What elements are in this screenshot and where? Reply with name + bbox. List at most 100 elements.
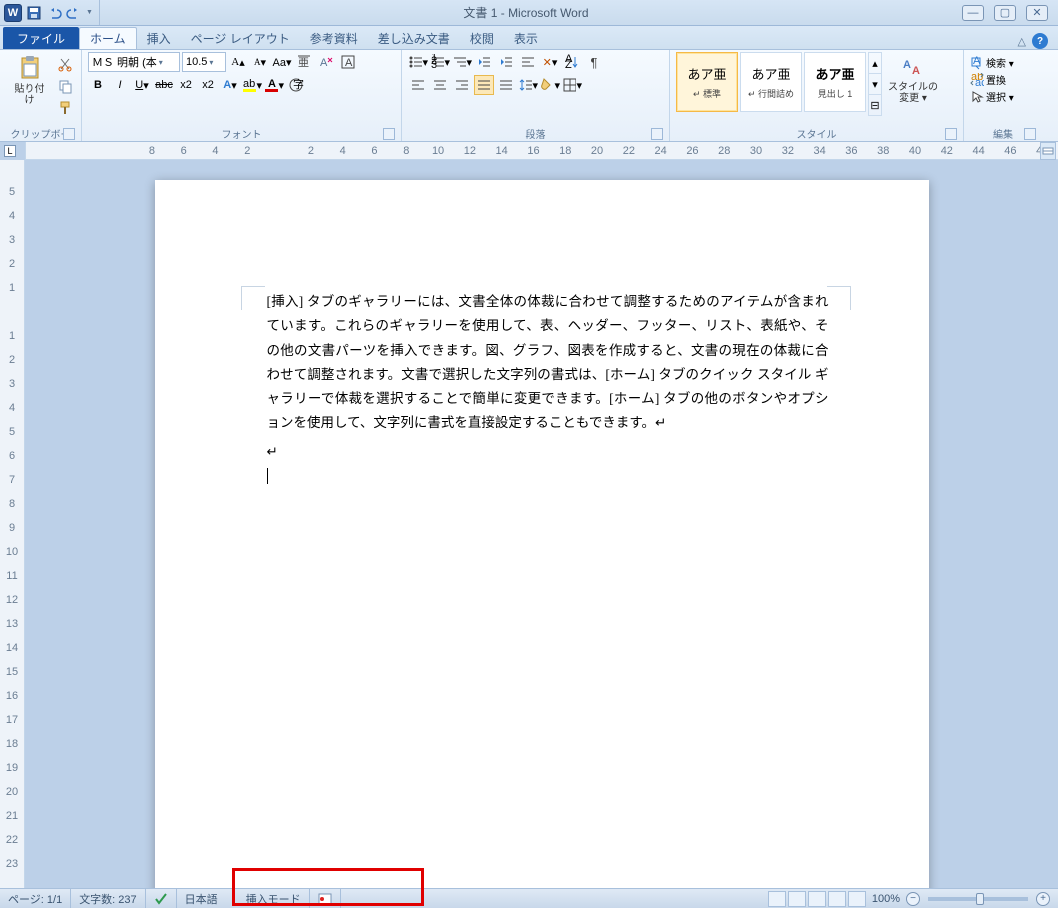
zoom-slider[interactable] xyxy=(928,897,1028,901)
align-right-icon[interactable] xyxy=(452,75,472,95)
clear-formatting-icon[interactable]: A xyxy=(316,52,336,72)
close-button[interactable]: ✕ xyxy=(1026,5,1048,21)
minimize-ribbon-icon[interactable]: △ xyxy=(1018,35,1026,48)
zoom-thumb[interactable] xyxy=(976,893,984,905)
word-app-icon[interactable]: W xyxy=(4,4,22,22)
macro-recording-icon[interactable] xyxy=(310,889,341,908)
svg-text:A: A xyxy=(268,78,276,90)
qat-customize-icon[interactable]: ▼ xyxy=(86,9,93,16)
undo-icon[interactable] xyxy=(46,5,62,21)
bold-button[interactable]: B xyxy=(88,75,108,95)
enclose-characters-icon[interactable]: 字 xyxy=(286,75,306,95)
change-case-icon[interactable]: Aa▾ xyxy=(272,52,292,72)
horizontal-ruler[interactable]: 8642246810121416182022242628303234363840… xyxy=(25,142,1058,160)
character-border-icon[interactable]: A xyxy=(338,52,358,72)
help-icon[interactable]: ? xyxy=(1032,33,1048,49)
document-scroll[interactable]: [挿入] タブのギャラリーには、文書全体の体裁に合わせて調整するためのアイテムが… xyxy=(25,160,1058,888)
replace-button[interactable]: abac置換 xyxy=(970,72,1006,87)
group-clipboard: 貼り付け クリップボード xyxy=(0,50,82,141)
asian-layout-icon[interactable]: ✕▾ xyxy=(540,52,560,72)
align-left-icon[interactable] xyxy=(408,75,428,95)
bullets-icon[interactable]: ▾ xyxy=(408,52,428,72)
grow-font-icon[interactable]: A▴ xyxy=(228,52,248,72)
ruler-toggle-icon[interactable] xyxy=(1040,142,1056,160)
find-button[interactable]: A検索 ▾ xyxy=(970,55,1014,70)
style-heading1[interactable]: あア亜 見出し 1 xyxy=(804,52,866,112)
ltr-direction-icon[interactable] xyxy=(518,52,538,72)
draft-view-icon[interactable] xyxy=(848,891,866,907)
paste-button[interactable]: 貼り付け xyxy=(6,52,53,122)
word-count[interactable]: 文字数: 237 xyxy=(71,889,145,908)
font-name-combo[interactable]: ＭＳ 明朝 (本▾ xyxy=(88,52,180,72)
style-no-spacing[interactable]: あア亜 ↵ 行間詰め xyxy=(740,52,802,112)
text-effects-icon[interactable]: A▾ xyxy=(220,75,240,95)
tab-review[interactable]: 校閲 xyxy=(460,27,504,49)
vertical-ruler[interactable]: 5432112345678910111213141516171819202122… xyxy=(0,160,25,888)
sort-icon[interactable]: AZ xyxy=(562,52,582,72)
save-icon[interactable] xyxy=(26,5,42,21)
maximize-button[interactable]: ▢ xyxy=(994,5,1016,21)
group-font: ＭＳ 明朝 (本▾ 10.5▾ A▴ A▾ Aa▾ 亜 A A B I U▾ a… xyxy=(82,50,402,141)
fullscreen-reading-view-icon[interactable] xyxy=(788,891,806,907)
proofing-icon[interactable] xyxy=(146,889,177,908)
format-painter-icon[interactable] xyxy=(55,98,75,118)
print-layout-view-icon[interactable] xyxy=(768,891,786,907)
tab-selector[interactable]: L xyxy=(4,145,16,157)
outline-view-icon[interactable] xyxy=(828,891,846,907)
document-body-text[interactable]: [挿入] タブのギャラリーには、文書全体の体裁に合わせて調整するためのアイテムが… xyxy=(267,290,829,436)
gallery-up-icon[interactable]: ▴ xyxy=(869,53,881,74)
zoom-level[interactable]: 100% xyxy=(872,893,900,905)
redo-icon[interactable] xyxy=(66,5,82,21)
font-color-icon[interactable]: A▾ xyxy=(264,75,284,95)
svg-text:ac: ac xyxy=(975,77,984,87)
shrink-font-icon[interactable]: A▾ xyxy=(250,52,270,72)
line-spacing-icon[interactable]: ▾ xyxy=(518,75,538,95)
increase-indent-icon[interactable] xyxy=(496,52,516,72)
italic-button[interactable]: I xyxy=(110,75,130,95)
shading-icon[interactable]: ▾ xyxy=(540,75,560,95)
cut-icon[interactable] xyxy=(55,54,75,74)
tab-mailings[interactable]: 差し込み文書 xyxy=(368,27,460,49)
underline-button[interactable]: U▾ xyxy=(132,75,152,95)
group-label-clipboard: クリップボード xyxy=(6,126,75,141)
language[interactable]: 日本語 xyxy=(177,889,238,908)
tab-page-layout[interactable]: ページ レイアウト xyxy=(181,27,300,49)
style-gallery[interactable]: あア亜 ↵ 標準 あア亜 ↵ 行間詰め あア亜 見出し 1 ▴ ▾ ⊟ xyxy=(676,52,882,116)
superscript-button[interactable]: x2 xyxy=(198,75,218,95)
subscript-button[interactable]: x2 xyxy=(176,75,196,95)
web-layout-view-icon[interactable] xyxy=(808,891,826,907)
strikethrough-button[interactable]: abc xyxy=(154,75,174,95)
title-bar: W ▼ 文書 1 - Microsoft Word — ▢ ✕ xyxy=(0,0,1058,26)
multilevel-list-icon[interactable]: ▾ xyxy=(452,52,472,72)
numbering-icon[interactable]: 123▾ xyxy=(430,52,450,72)
minimize-button[interactable]: — xyxy=(962,5,984,21)
cursor xyxy=(267,468,268,484)
phonetic-guide-icon[interactable]: 亜 xyxy=(294,52,314,72)
font-size-combo[interactable]: 10.5▾ xyxy=(182,52,226,72)
page-number[interactable]: ページ: 1/1 xyxy=(0,889,71,908)
window-controls: — ▢ ✕ xyxy=(952,5,1058,21)
gallery-more-icon[interactable]: ⊟ xyxy=(869,95,881,115)
distribute-icon[interactable] xyxy=(496,75,516,95)
highlight-color-icon[interactable]: ab▾ xyxy=(242,75,262,95)
borders-icon[interactable]: ▾ xyxy=(562,75,582,95)
tab-insert[interactable]: 挿入 xyxy=(137,27,181,49)
change-styles-button[interactable]: AA スタイルの 変更 ▾ xyxy=(884,52,942,122)
gallery-down-icon[interactable]: ▾ xyxy=(869,74,881,95)
tab-view[interactable]: 表示 xyxy=(504,27,548,49)
style-normal[interactable]: あア亜 ↵ 標準 xyxy=(676,52,738,112)
decrease-indent-icon[interactable] xyxy=(474,52,494,72)
align-center-icon[interactable] xyxy=(430,75,450,95)
tab-references[interactable]: 参考資料 xyxy=(300,27,368,49)
select-button[interactable]: 選択 ▾ xyxy=(970,89,1014,104)
insert-mode[interactable]: 挿入モード xyxy=(238,889,310,908)
svg-text:A: A xyxy=(345,57,353,69)
copy-icon[interactable] xyxy=(55,76,75,96)
align-justify-icon[interactable] xyxy=(474,75,494,95)
group-label-editing: 編集 xyxy=(970,126,1036,141)
zoom-out-button[interactable]: − xyxy=(906,892,920,906)
tab-home[interactable]: ホーム xyxy=(79,27,137,49)
zoom-in-button[interactable]: + xyxy=(1036,892,1050,906)
show-paragraph-marks-icon[interactable]: ¶ xyxy=(584,52,604,72)
file-tab[interactable]: ファイル xyxy=(3,27,79,49)
